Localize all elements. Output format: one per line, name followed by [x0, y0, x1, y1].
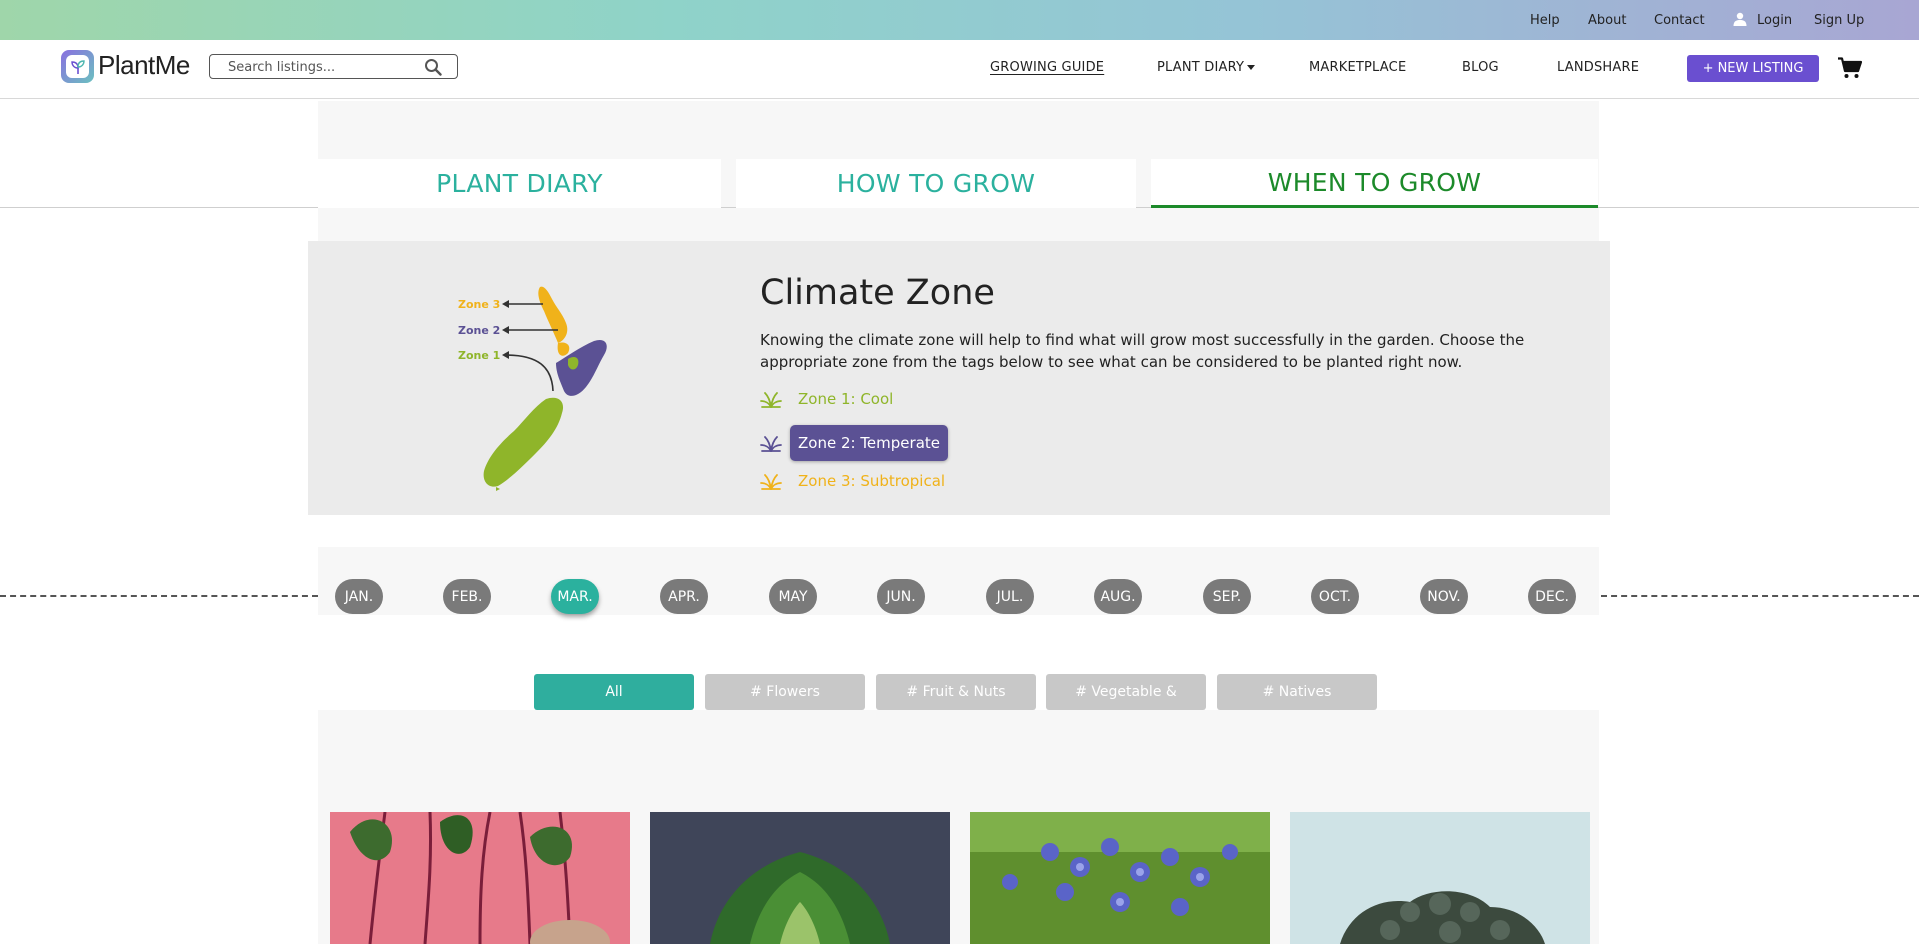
nav-marketplace[interactable]: MARKETPLACE — [1309, 60, 1406, 75]
beetroot-image — [330, 812, 630, 944]
climate-zone-description: Knowing the climate zone will help to fi… — [760, 331, 1525, 371]
plant-icon — [760, 436, 782, 452]
climate-zone-panel: Zone 3 Zone 2 Zone 1 Climate Zone Knowin… — [308, 241, 1610, 515]
new-listing-button[interactable]: + NEW LISTING — [1687, 55, 1819, 82]
plant-icon — [760, 474, 782, 490]
guide-tabs: PLANT DIARY HOW TO GROW WHEN TO GROW — [0, 159, 1919, 208]
tab-how-to-grow[interactable]: HOW TO GROW — [736, 159, 1136, 208]
plant-icon — [760, 392, 782, 408]
borage-flowers-image — [970, 812, 1270, 944]
zone-3-label: Zone 3: Subtropical — [798, 472, 946, 490]
nav-plant-diary[interactable]: PLANT DIARY — [1157, 60, 1256, 75]
signup-link[interactable]: Sign Up — [1814, 13, 1864, 28]
filter-all[interactable]: All — [534, 674, 694, 710]
login-link[interactable]: Login — [1757, 13, 1792, 28]
timeline-dash-left — [0, 595, 318, 597]
plant-card-borage[interactable] — [970, 812, 1270, 944]
filter-flowers[interactable]: # Flowers — [705, 674, 865, 710]
map-label-zone-2: Zone 2 — [458, 324, 500, 337]
search-icon[interactable] — [424, 58, 442, 76]
month-sep[interactable]: SEP. — [1203, 579, 1251, 614]
shopping-cart-icon[interactable] — [1838, 57, 1862, 79]
nav-plant-diary-label: PLANT DIARY — [1157, 60, 1245, 75]
zone-3-option[interactable]: Zone 3: Subtropical — [760, 463, 953, 499]
tab-when-to-grow[interactable]: WHEN TO GROW — [1151, 159, 1598, 208]
nav-growing-guide[interactable]: GROWING GUIDE — [990, 60, 1104, 75]
about-link[interactable]: About — [1588, 13, 1626, 28]
plant-card-broccoli[interactable] — [1290, 812, 1590, 944]
logo-text[interactable]: PlantMe — [98, 50, 190, 81]
top-utility-bar: Help About Contact Login Sign Up — [0, 0, 1919, 40]
filter-fruit-nuts[interactable]: # Fruit & Nuts — [876, 674, 1036, 710]
sprout-icon — [70, 59, 85, 74]
nav-blog[interactable]: BLOG — [1462, 60, 1499, 75]
month-oct[interactable]: OCT. — [1311, 579, 1359, 614]
month-jun[interactable]: JUN. — [877, 579, 925, 614]
broccoli-image — [1290, 812, 1590, 944]
zone-2-label: Zone 2: Temperate — [790, 425, 948, 461]
month-aug[interactable]: AUG. — [1094, 579, 1142, 614]
caret-down-icon — [1247, 65, 1256, 70]
zone-1-option[interactable]: Zone 1: Cool — [760, 381, 901, 417]
help-link[interactable]: Help — [1530, 13, 1560, 28]
month-may[interactable]: MAY — [769, 579, 817, 614]
plant-card-bok-choy[interactable] — [650, 812, 950, 944]
filter-natives[interactable]: # Natives — [1217, 674, 1377, 710]
month-selector-background — [318, 547, 1599, 615]
month-jul[interactable]: JUL. — [986, 579, 1034, 614]
month-jan[interactable]: JAN. — [335, 579, 383, 614]
filter-vegetables[interactable]: # Vegetable & — [1046, 674, 1206, 710]
search-box — [209, 54, 458, 79]
user-icon — [1733, 12, 1747, 26]
map-label-zone-1: Zone 1 — [458, 349, 500, 362]
month-dec[interactable]: DEC. — [1528, 579, 1576, 614]
climate-zone-title: Climate Zone — [760, 273, 995, 313]
contact-link[interactable]: Contact — [1654, 13, 1705, 28]
zone-2-option[interactable]: Zone 2: Temperate — [760, 425, 948, 461]
nz-climate-map: Zone 3 Zone 2 Zone 1 — [458, 286, 607, 491]
search-input[interactable] — [228, 58, 418, 76]
month-feb[interactable]: FEB. — [443, 579, 491, 614]
nav-landshare[interactable]: LANDSHARE — [1557, 60, 1639, 75]
month-nov[interactable]: NOV. — [1420, 579, 1468, 614]
main-navbar: PlantMe GROWING GUIDE PLANT DIARY MARKET… — [0, 40, 1919, 99]
plantme-logo-icon[interactable] — [61, 50, 94, 83]
timeline-dash-right — [1601, 595, 1919, 597]
bok-choy-image — [650, 812, 950, 944]
map-label-zone-3: Zone 3 — [458, 298, 500, 311]
month-apr[interactable]: APR. — [660, 579, 708, 614]
month-mar[interactable]: MAR. — [551, 579, 599, 614]
tab-plant-diary[interactable]: PLANT DIARY — [318, 159, 721, 208]
zone-1-label: Zone 1: Cool — [798, 390, 894, 408]
plant-card-beetroot[interactable] — [330, 812, 630, 944]
